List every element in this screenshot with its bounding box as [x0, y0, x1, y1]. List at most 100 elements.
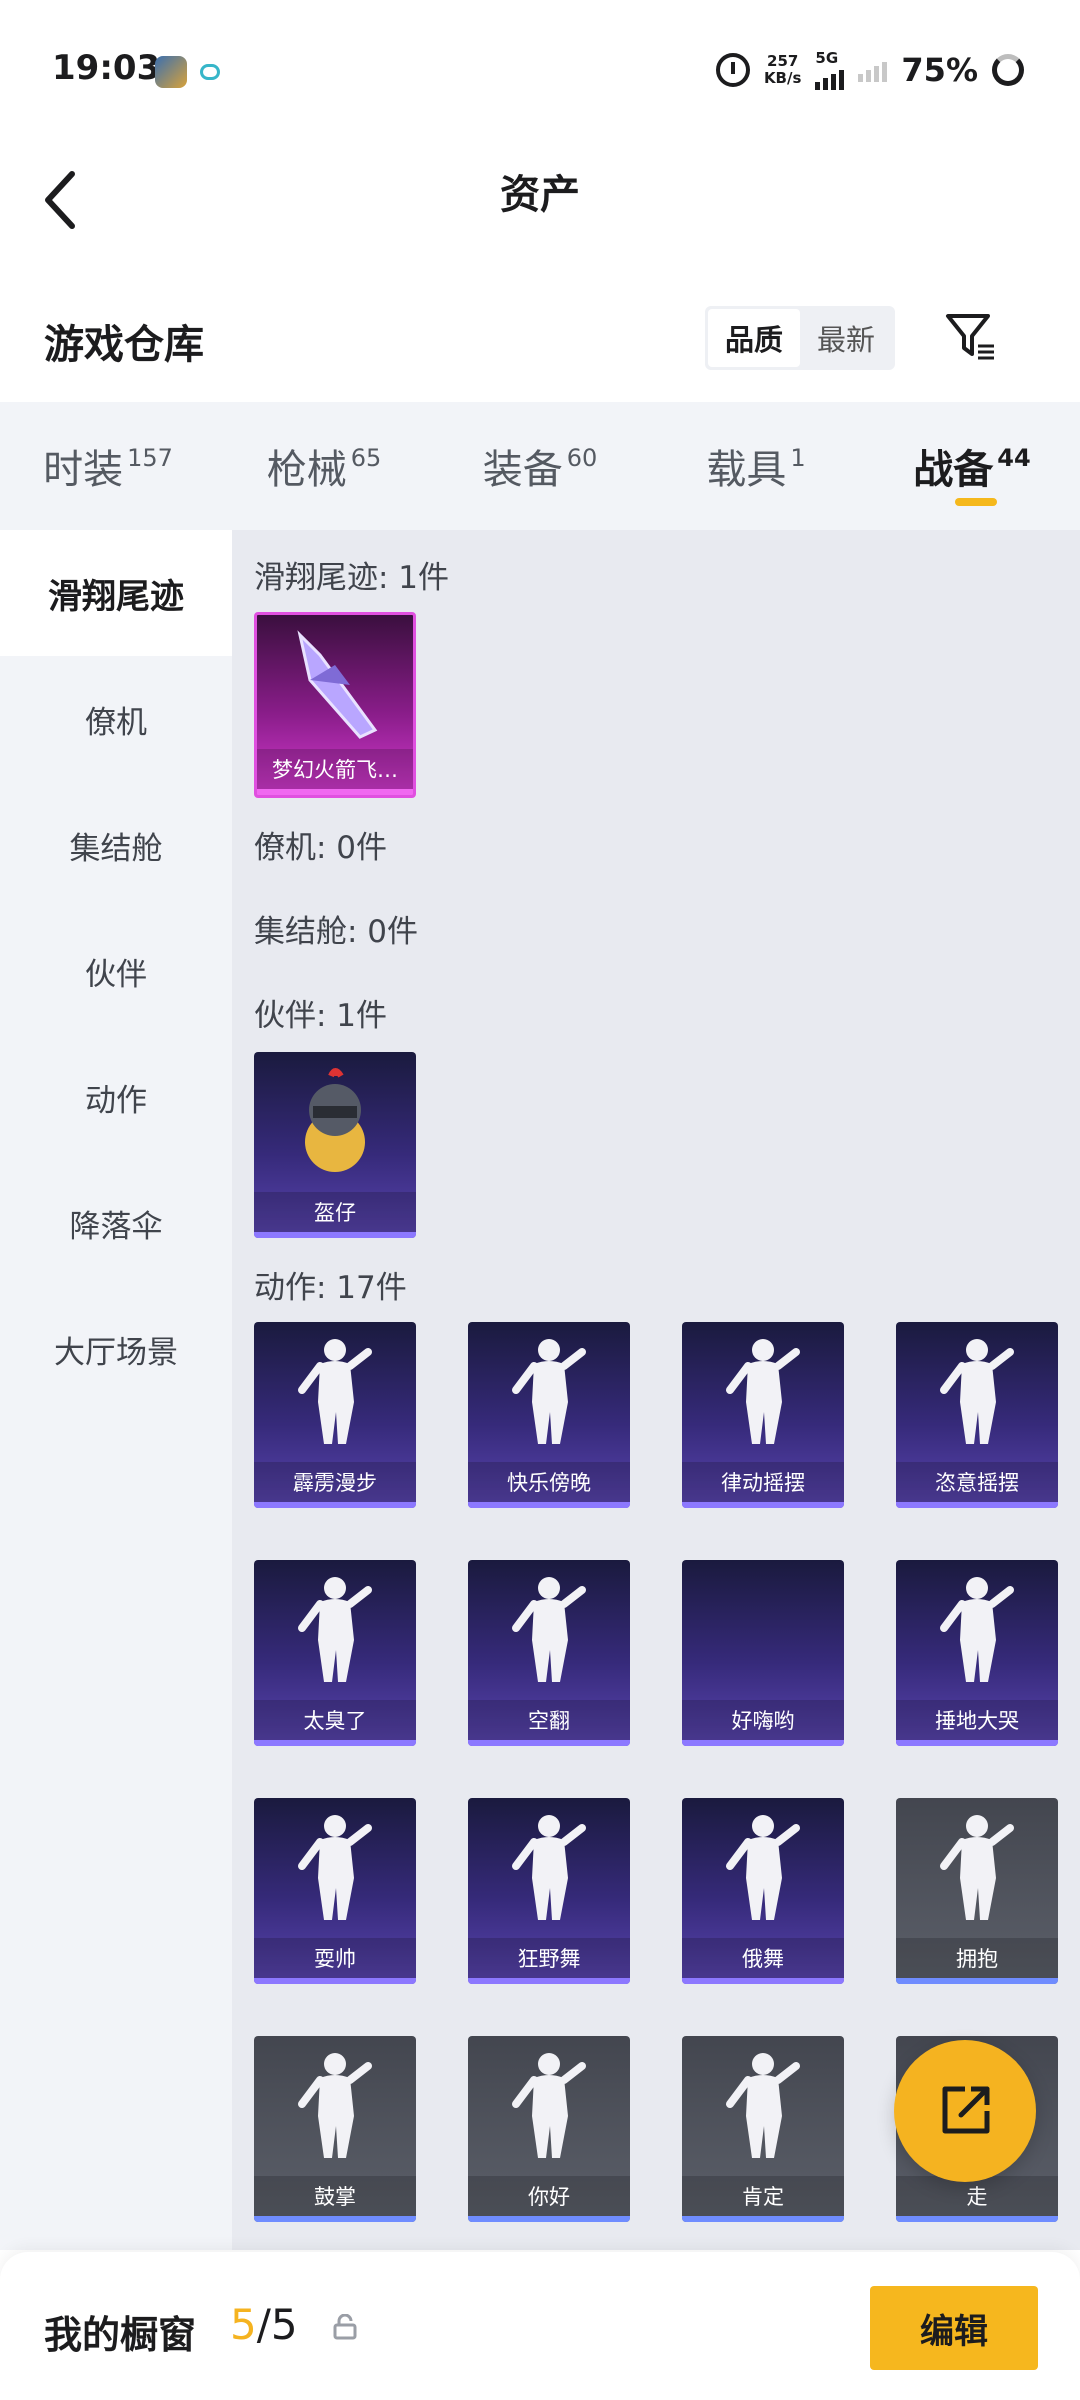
alarm-icon [715, 53, 750, 87]
dancer-silhouette-icon [682, 1560, 844, 1700]
rocket-trail-icon [257, 615, 413, 755]
dancer-silhouette-icon [468, 2036, 630, 2176]
sidebar: 滑翔尾迹 僚机 集结舱 伙伴 动作 降落伞 大厅场景 [0, 530, 232, 2250]
sort-quality-button[interactable]: 品质 [708, 309, 800, 367]
emote-card[interactable]: 空翻 [468, 1560, 630, 1746]
emote-card[interactable]: 恣意摇摆 [896, 1322, 1058, 1508]
dancer-silhouette-icon [468, 1798, 630, 1938]
item-name: 拥抱 [896, 1938, 1058, 1978]
tab-combat-prep[interactable]: 战备 44 [864, 402, 1080, 530]
section-title-partner: 伙伴: 1件 [254, 998, 388, 1034]
rarity-stripe [254, 1740, 416, 1746]
tab-vehicles[interactable]: 载具 1 [648, 402, 864, 530]
sidebar-item-parachute[interactable]: 降落伞 [0, 1160, 232, 1286]
rarity-stripe [468, 1978, 630, 1984]
emote-card[interactable]: 俄舞 [682, 1798, 844, 1984]
showcase-label: 我的橱窗 [44, 2313, 197, 2357]
game-app-icon [155, 56, 187, 88]
sidebar-item-trail[interactable]: 滑翔尾迹 [0, 530, 232, 656]
emote-card[interactable]: 狂野舞 [468, 1798, 630, 1984]
showcase-current: 5 [230, 2300, 257, 2349]
rarity-stripe [468, 2216, 630, 2222]
tab-count: 44 [997, 444, 1031, 472]
showcase-total: /5 [256, 2300, 298, 2349]
tab-label: 装备 [482, 447, 563, 493]
dancer-silhouette-icon [682, 2036, 844, 2176]
sidebar-item-emote[interactable]: 动作 [0, 1034, 232, 1160]
sidebar-item-wingman[interactable]: 僚机 [0, 656, 232, 782]
warehouse-title: 游戏仓库 [44, 322, 204, 368]
share-button[interactable] [894, 2040, 1036, 2182]
emote-card[interactable]: 你好 [468, 2036, 630, 2222]
rarity-stripe [254, 1232, 416, 1238]
sidebar-item-partner[interactable]: 伙伴 [0, 908, 232, 1034]
tab-count: 60 [566, 444, 598, 472]
helmet-chick-icon [254, 1052, 416, 1192]
dancer-silhouette-icon [896, 1798, 1058, 1938]
emote-card[interactable]: 捶地大哭 [896, 1560, 1058, 1746]
showcase-count: 5/5 [230, 2300, 298, 2349]
sort-newest-button[interactable]: 最新 [800, 309, 892, 367]
signal-icon [815, 66, 845, 90]
item-grid-area: 滑翔尾迹: 1件 梦幻火箭飞… 僚机: 0件 集结舱: 0件 伙伴: 1件 盔仔… [232, 530, 1080, 2250]
rarity-stripe [468, 1740, 630, 1746]
item-name: 霹雳漫步 [254, 1462, 416, 1502]
item-card-partner[interactable]: 盔仔 [254, 1052, 416, 1238]
dancer-silhouette-icon [896, 1322, 1058, 1462]
tab-count: 157 [127, 444, 173, 472]
item-name: 你好 [468, 2176, 630, 2216]
status-time: 19:03 [52, 48, 161, 88]
filter-icon[interactable] [942, 308, 998, 364]
lock-icon [333, 2314, 357, 2340]
battery-level: 75% [901, 51, 978, 89]
tab-fashion[interactable]: 时装 157 [0, 402, 216, 530]
dancer-silhouette-icon [896, 1560, 1058, 1700]
category-tabs: 时装 157 枪械 65 装备 60 载具 1 战备 44 [0, 402, 1080, 530]
tab-label: 战备 [913, 447, 994, 493]
dancer-silhouette-icon [254, 1798, 416, 1938]
external-link-icon [942, 2086, 990, 2134]
sort-toggle: 品质 最新 [705, 306, 895, 370]
item-card-trail[interactable]: 梦幻火箭飞… [254, 612, 416, 798]
signal-2-icon [858, 58, 888, 82]
item-name: 快乐傍晚 [468, 1462, 630, 1502]
item-name: 鼓掌 [254, 2176, 416, 2216]
rarity-stripe [254, 1502, 416, 1508]
dancer-silhouette-icon [254, 1322, 416, 1462]
emote-card[interactable]: 太臭了 [254, 1560, 416, 1746]
emote-card[interactable]: 好嗨哟 [682, 1560, 844, 1746]
dancer-silhouette-icon [254, 2036, 416, 2176]
warehouse-header: 游戏仓库 品质 最新 [0, 290, 1080, 400]
section-title-wingman: 僚机: 0件 [254, 830, 388, 866]
tab-label: 时装 [43, 447, 124, 493]
dancer-silhouette-icon [682, 1322, 844, 1462]
battery-icon [992, 54, 1024, 86]
rarity-stripe [468, 1502, 630, 1508]
emote-card[interactable]: 律动摇摆 [682, 1322, 844, 1508]
emote-card[interactable]: 耍帅 [254, 1798, 416, 1984]
sidebar-item-pod[interactable]: 集结舱 [0, 782, 232, 908]
cloud-icon [200, 64, 220, 80]
rarity-stripe [896, 2216, 1058, 2222]
item-name: 走 [896, 2176, 1058, 2216]
emote-card[interactable]: 霹雳漫步 [254, 1322, 416, 1508]
emote-card[interactable]: 肯定 [682, 2036, 844, 2222]
nav-bar: 资产 [0, 140, 1080, 260]
item-name: 盔仔 [254, 1192, 416, 1232]
rarity-stripe [682, 1502, 844, 1508]
tab-count: 1 [790, 444, 806, 472]
rarity-stripe [682, 1740, 844, 1746]
rarity-stripe [682, 2216, 844, 2222]
edit-button[interactable]: 编辑 [870, 2286, 1038, 2370]
emote-card[interactable]: 拥抱 [896, 1798, 1058, 1984]
tab-firearms[interactable]: 枪械 65 [216, 402, 432, 530]
showcase-bar: 我的橱窗 5/5 编辑 [0, 2252, 1080, 2400]
dancer-silhouette-icon [468, 1322, 630, 1462]
item-name: 太臭了 [254, 1700, 416, 1740]
item-name: 耍帅 [254, 1938, 416, 1978]
sidebar-item-lobby[interactable]: 大厅场景 [0, 1286, 232, 1412]
dancer-silhouette-icon [254, 1560, 416, 1700]
tab-equipment[interactable]: 装备 60 [432, 402, 648, 530]
emote-card[interactable]: 快乐傍晚 [468, 1322, 630, 1508]
emote-card[interactable]: 鼓掌 [254, 2036, 416, 2222]
